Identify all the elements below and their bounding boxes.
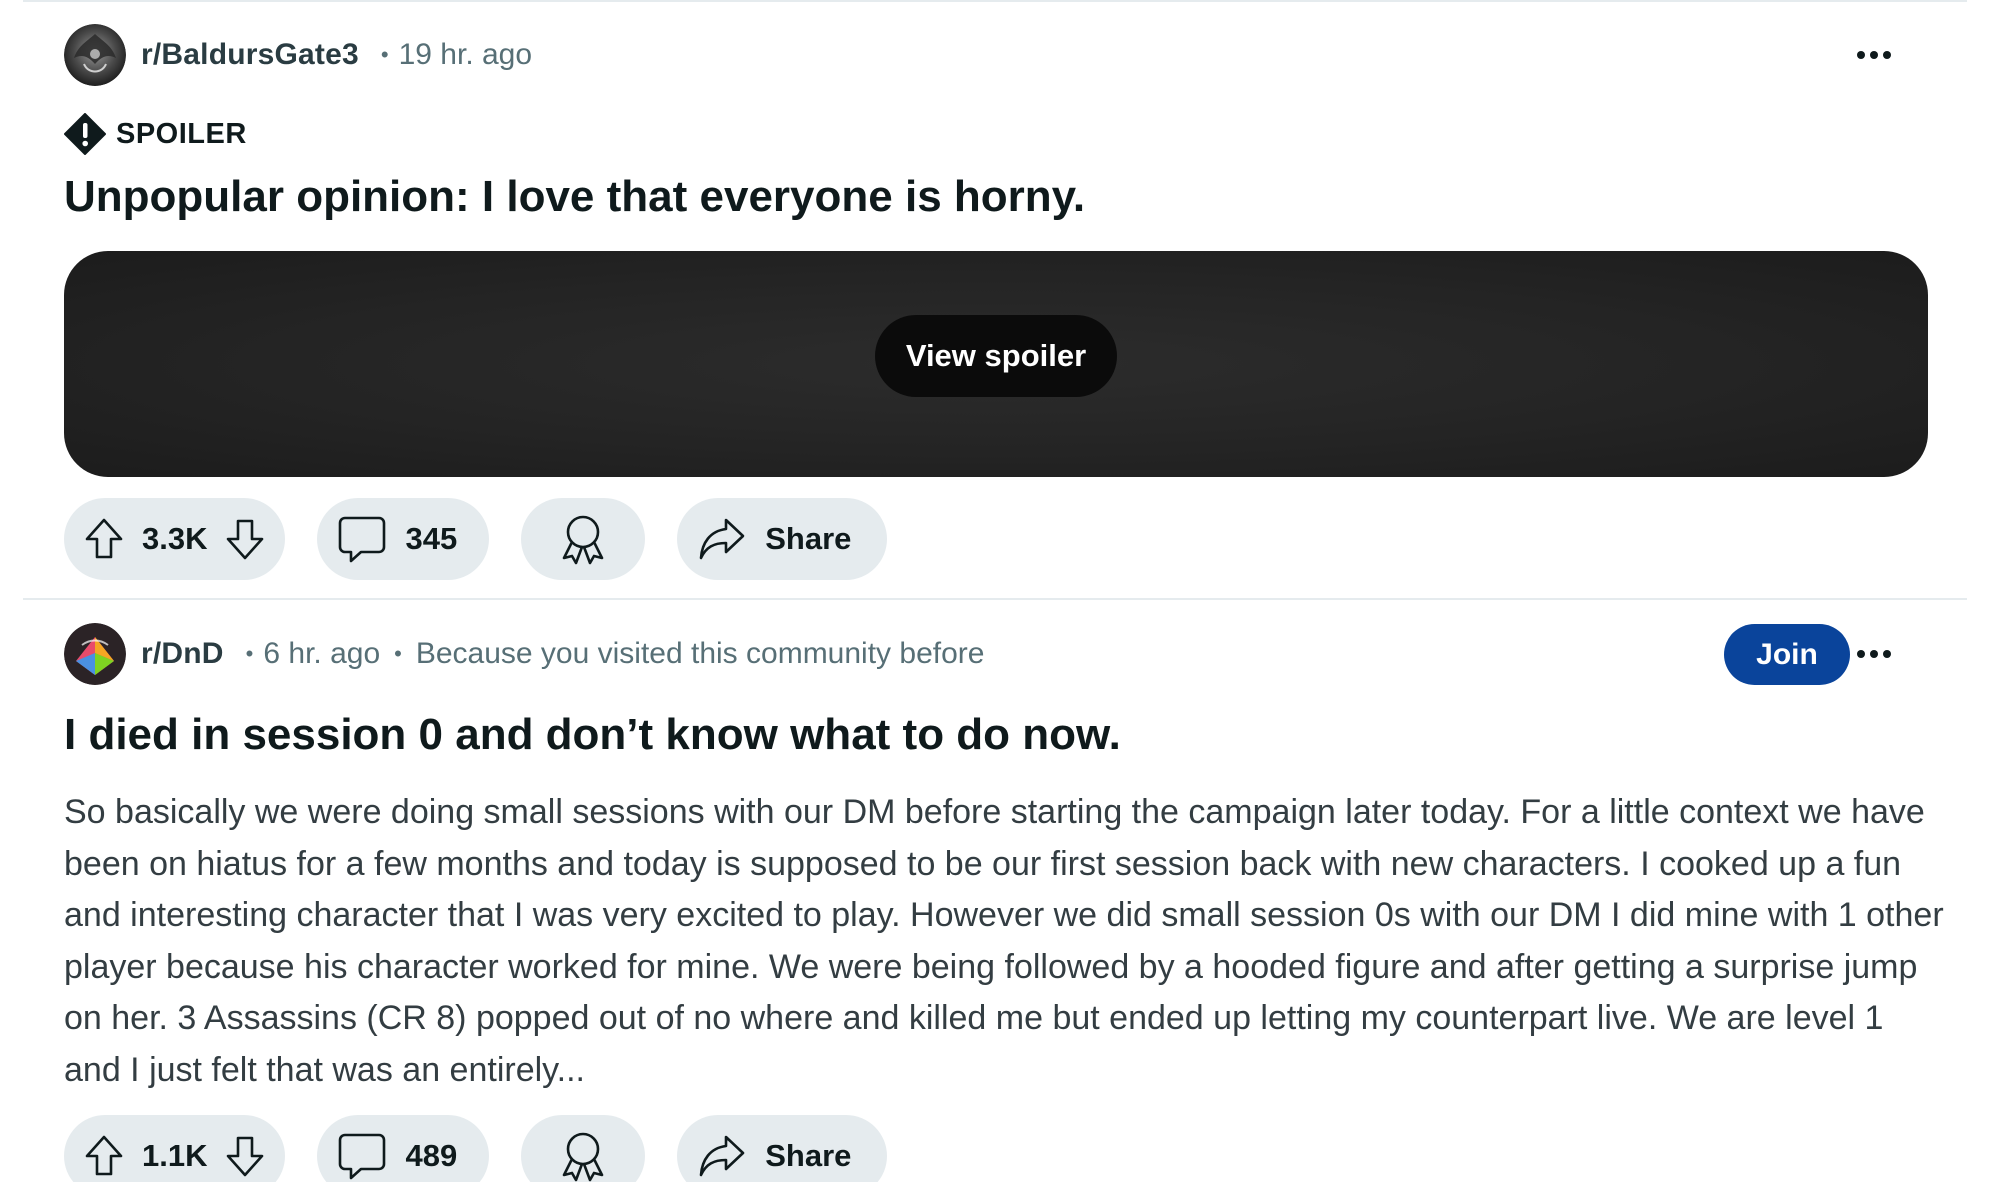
comment-icon	[339, 516, 386, 563]
subreddit-avatar-baldursgate3[interactable]	[64, 24, 126, 86]
comments-button[interactable]: 345	[317, 498, 490, 580]
post-title[interactable]: I died in session 0 and don’t know what …	[64, 710, 1121, 760]
post-card-dnd[interactable]: r/DnD • 6 hr. ago • Because you visited …	[64, 600, 1944, 1182]
vote-count: 3.3K	[142, 521, 208, 556]
join-button[interactable]: Join	[1724, 624, 1850, 685]
share-label: Share	[765, 1138, 852, 1173]
more-icon-dot	[1883, 51, 1891, 59]
view-spoiler-button[interactable]: View spoiler	[875, 315, 1117, 397]
more-icon-dot	[1870, 650, 1878, 658]
subreddit-name[interactable]: r/BaldursGate3	[141, 38, 359, 72]
meta-separator: •	[380, 42, 389, 67]
award-button[interactable]	[521, 498, 646, 580]
comment-count: 345	[405, 521, 458, 556]
share-button[interactable]: Share	[677, 498, 888, 580]
subreddit-avatar-dnd[interactable]	[64, 623, 126, 685]
vote-control: 1.1K	[64, 1115, 286, 1182]
more-icon-dot	[1870, 51, 1878, 59]
post-time: 19 hr. ago	[398, 38, 533, 71]
spoiler-label: SPOILER	[116, 117, 247, 150]
spoiler-cover[interactable]: View spoiler	[64, 251, 1928, 477]
award-button[interactable]	[521, 1115, 646, 1182]
spoiler-flair: SPOILER	[64, 112, 247, 156]
share-icon	[699, 1135, 745, 1177]
vote-control: 3.3K	[64, 498, 286, 580]
spoiler-icon	[64, 113, 106, 155]
upvote-icon[interactable]	[84, 1134, 124, 1178]
meta-separator: •	[245, 641, 254, 666]
share-icon	[699, 518, 745, 560]
post-actions: 3.3K 345 Share	[64, 498, 888, 580]
recommendation-reason: Because you visited this community befor…	[415, 637, 985, 670]
meta-separator: •	[394, 641, 402, 666]
downvote-icon[interactable]	[225, 1134, 265, 1178]
post-time: 6 hr. ago	[263, 637, 381, 670]
post-title[interactable]: Unpopular opinion: I love that everyone …	[64, 172, 1085, 222]
comments-button[interactable]: 489	[317, 1115, 490, 1182]
award-icon	[562, 1132, 604, 1182]
share-button[interactable]: Share	[677, 1115, 888, 1182]
post-card-baldursgate3[interactable]: r/BaldursGate3 • 19 hr. ago SPOILER Unpo…	[64, 0, 1928, 598]
post-body-preview[interactable]: So basically we were doing small session…	[64, 787, 1944, 1096]
subreddit-name[interactable]: r/DnD	[141, 637, 224, 671]
award-icon	[562, 515, 604, 565]
post-actions: 1.1K 489 Share	[64, 1115, 888, 1182]
upvote-icon[interactable]	[84, 517, 124, 561]
share-label: Share	[765, 521, 852, 556]
more-options-button[interactable]	[1844, 24, 1904, 86]
downvote-icon[interactable]	[225, 517, 265, 561]
post-meta: r/BaldursGate3 • 19 hr. ago	[64, 24, 532, 86]
vote-count: 1.1K	[142, 1138, 208, 1173]
comment-count: 489	[405, 1138, 458, 1173]
more-icon-dot	[1883, 650, 1891, 658]
more-icon	[1857, 650, 1865, 658]
more-icon	[1857, 51, 1865, 59]
more-options-button[interactable]	[1844, 623, 1904, 685]
post-meta: r/DnD • 6 hr. ago • Because you visited …	[64, 623, 984, 685]
comment-icon	[339, 1133, 386, 1180]
